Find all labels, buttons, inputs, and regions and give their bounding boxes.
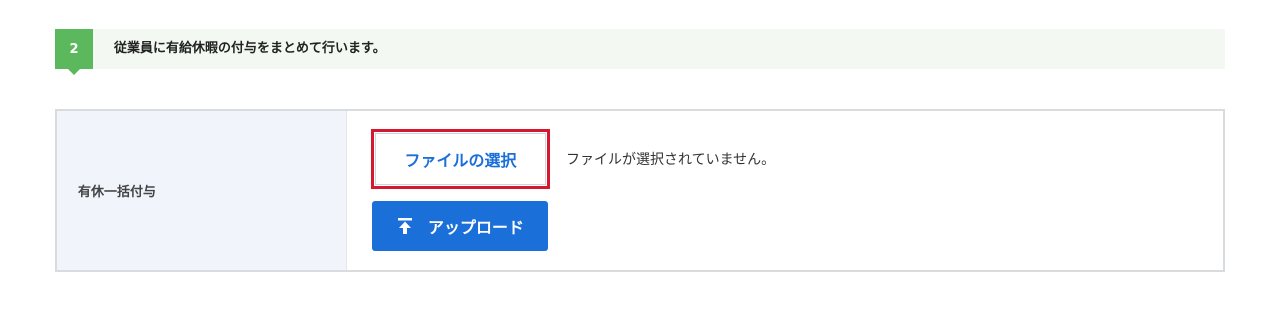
upload-icon bbox=[397, 218, 412, 234]
form-value-cell: ファイルの選択 ファイルが選択されていません。 アップロード bbox=[347, 111, 1223, 270]
step-badge-tail bbox=[68, 69, 80, 75]
bulk-grant-form: 有休一括付与 ファイルの選択 ファイルが選択されていません。 アップロード bbox=[55, 109, 1225, 272]
upload-button[interactable]: アップロード bbox=[372, 201, 548, 251]
step-number-badge: 2 bbox=[55, 29, 93, 69]
step-number: 2 bbox=[69, 41, 79, 57]
form-label-cell: 有休一括付与 bbox=[57, 111, 347, 270]
file-select-button-label: ファイルの選択 bbox=[375, 133, 546, 185]
form-label: 有休一括付与 bbox=[78, 185, 157, 200]
step-header: 2 従業員に有給休暇の付与をまとめて行います。 bbox=[55, 29, 1225, 75]
step-description: 従業員に有給休暇の付与をまとめて行います。 bbox=[114, 41, 386, 56]
file-select-row: ファイルの選択 ファイルが選択されていません。 bbox=[371, 129, 775, 189]
upload-button-label: アップロード bbox=[427, 218, 524, 237]
file-select-button[interactable]: ファイルの選択 bbox=[371, 129, 550, 189]
file-status-text: ファイルが選択されていません。 bbox=[566, 152, 776, 168]
